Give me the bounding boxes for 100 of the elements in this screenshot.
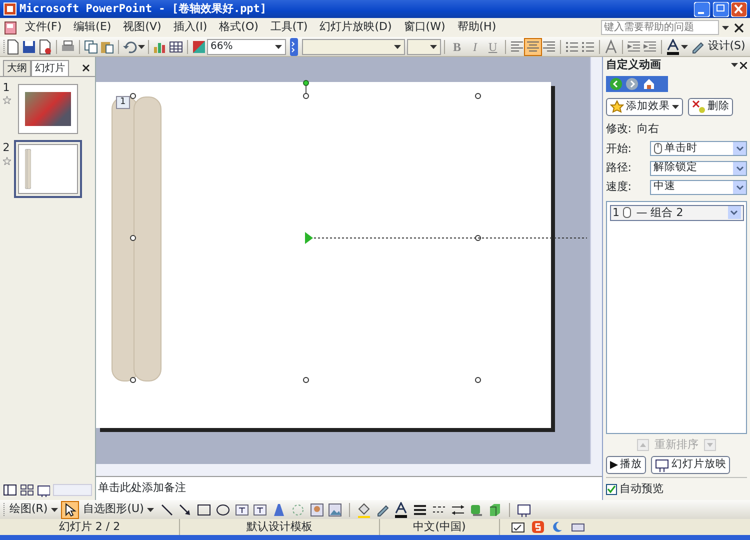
dropdown-caret-icon (672, 104, 679, 109)
toolbar-options-icon[interactable] (290, 38, 298, 56)
status-text: 幻灯片 2 / 2 (58, 520, 120, 533)
field-label: 路径: (606, 160, 632, 176)
dropdown-button[interactable] (728, 206, 740, 220)
normal-view-button[interactable] (2, 484, 17, 496)
slideshow-button[interactable]: 幻灯片放映 (651, 456, 730, 474)
reorder-label: 重新排序 (654, 437, 698, 453)
undo-button[interactable] (122, 38, 138, 54)
notes-field[interactable]: 单击此处添加备注 (96, 476, 602, 500)
panel-tab[interactable]: 大纲 (2, 60, 31, 76)
spelling-icon[interactable] (511, 520, 525, 534)
menu-item[interactable]: 帮助(H) (451, 19, 502, 36)
chevron-down-icon (730, 210, 738, 216)
forward-button[interactable] (625, 77, 640, 92)
copy-button[interactable] (82, 38, 99, 54)
remove-icon (692, 100, 706, 114)
input-method-logo-icon[interactable] (530, 520, 544, 534)
rectangle-button[interactable] (196, 502, 212, 518)
close-icon[interactable] (740, 62, 748, 69)
align-right-button[interactable] (540, 38, 557, 54)
menu-item[interactable]: 文件(F) (18, 19, 68, 36)
horizontal-scrollbar[interactable] (96, 464, 602, 476)
add-effect-button[interactable]: 添加效果 (606, 98, 683, 116)
menu-item[interactable]: 幻灯片放映(D) (314, 19, 398, 36)
window-title: Microsoft PowerPoint - [卷轴效果好.ppt] (20, 0, 267, 17)
photo-placeholder (24, 92, 70, 126)
home-button[interactable] (642, 77, 656, 92)
pointer-button[interactable] (62, 502, 78, 518)
text-box-button[interactable] (234, 502, 250, 518)
back-button[interactable] (608, 77, 622, 92)
font-color-button[interactable] (393, 502, 410, 518)
menu-item[interactable]: 视图(V) (117, 19, 168, 36)
line-button[interactable] (158, 502, 175, 518)
scroll-drawing (24, 149, 30, 190)
panel-tab[interactable]: 幻灯片 (30, 60, 69, 76)
decrease-indent-button[interactable] (626, 38, 642, 54)
slide-number: 1 (2, 80, 11, 96)
dropdown-field[interactable]: 单击时 (650, 141, 748, 156)
design-button[interactable]: 设计(S) (688, 38, 748, 56)
moon-icon[interactable] (550, 520, 564, 534)
play-icon (610, 461, 618, 470)
permission-button[interactable] (36, 38, 53, 54)
autopreview-checkbox[interactable] (606, 484, 617, 494)
play-button[interactable]: 播放 (606, 456, 646, 474)
color-button[interactable] (190, 38, 207, 54)
slide-number: 2 (2, 140, 11, 156)
dropdown-caret-icon[interactable] (730, 63, 738, 68)
menu-item[interactable]: 窗口(W) (398, 19, 452, 36)
draw-menu-label: 绘图(R) (10, 501, 48, 518)
horizontal-scrollbar[interactable] (53, 484, 92, 496)
fill-color-button[interactable] (356, 502, 372, 518)
zoom-field[interactable]: 66% (206, 38, 286, 54)
play-label: 播放 (620, 457, 642, 472)
minimize-button[interactable] (694, 2, 710, 16)
menu-item[interactable]: 编辑(E) (68, 19, 118, 36)
document-menu-icon[interactable] (2, 20, 19, 36)
app-icon (2, 2, 17, 16)
dropdown-caret-icon (394, 44, 402, 48)
field-label: 速度: (606, 179, 632, 195)
autoshapes-menu-button[interactable]: 自选图形(U) (81, 500, 156, 518)
vertical-scrollbar[interactable] (590, 57, 602, 464)
menu-item[interactable]: 工具(T) (264, 19, 314, 36)
animation-list-item[interactable]: 1 — 组合 2 (610, 204, 744, 221)
font-size-button[interactable] (602, 38, 619, 54)
animation-star-icon (2, 156, 11, 165)
increase-indent-button[interactable] (642, 38, 658, 54)
help-search-field[interactable]: 键入需要帮助的问题 (600, 20, 719, 35)
slide-button[interactable] (516, 502, 532, 518)
draw-menu-button[interactable]: 绘图(R) (8, 500, 60, 518)
close-button[interactable] (731, 2, 748, 16)
align-left-button[interactable] (508, 38, 525, 54)
autoshapes-menu-label: 自选图形(U) (83, 501, 144, 518)
projector-screen-icon (655, 458, 670, 472)
dropdown-caret-icon[interactable] (138, 44, 145, 48)
dropdown-field[interactable]: 中速 (650, 180, 748, 195)
slideshow-label: 幻灯片放映 (671, 457, 726, 472)
align-center-button[interactable] (524, 38, 541, 54)
picture-button[interactable] (327, 502, 344, 518)
slide-sorter-button[interactable] (20, 484, 34, 496)
vertical-text-box-button[interactable] (252, 502, 268, 518)
font-color-button[interactable] (664, 38, 681, 54)
dropdown-caret-icon[interactable] (722, 26, 728, 30)
font-size-field[interactable] (407, 38, 442, 54)
dropdown-caret-icon[interactable] (680, 44, 688, 48)
dropdown-field[interactable]: 解除锁定 (650, 160, 748, 176)
save-button[interactable] (20, 38, 37, 54)
menu-item[interactable]: 格式(O) (213, 19, 264, 36)
restore-button[interactable] (712, 2, 728, 16)
close-icon[interactable] (80, 62, 92, 74)
menu-item[interactable]: 插入(I) (167, 19, 214, 36)
slideshow-view-button[interactable] (36, 483, 50, 498)
chevron-down-icon (734, 182, 745, 192)
font-name-field[interactable] (302, 38, 406, 54)
remove-button[interactable]: 删除 (688, 98, 734, 116)
clip-art-button[interactable] (308, 502, 325, 518)
table-button[interactable] (168, 38, 184, 54)
status-text: 默认设计模板 (246, 520, 312, 533)
oval-button[interactable] (214, 502, 231, 518)
slide-thumbnail[interactable] (14, 140, 82, 198)
